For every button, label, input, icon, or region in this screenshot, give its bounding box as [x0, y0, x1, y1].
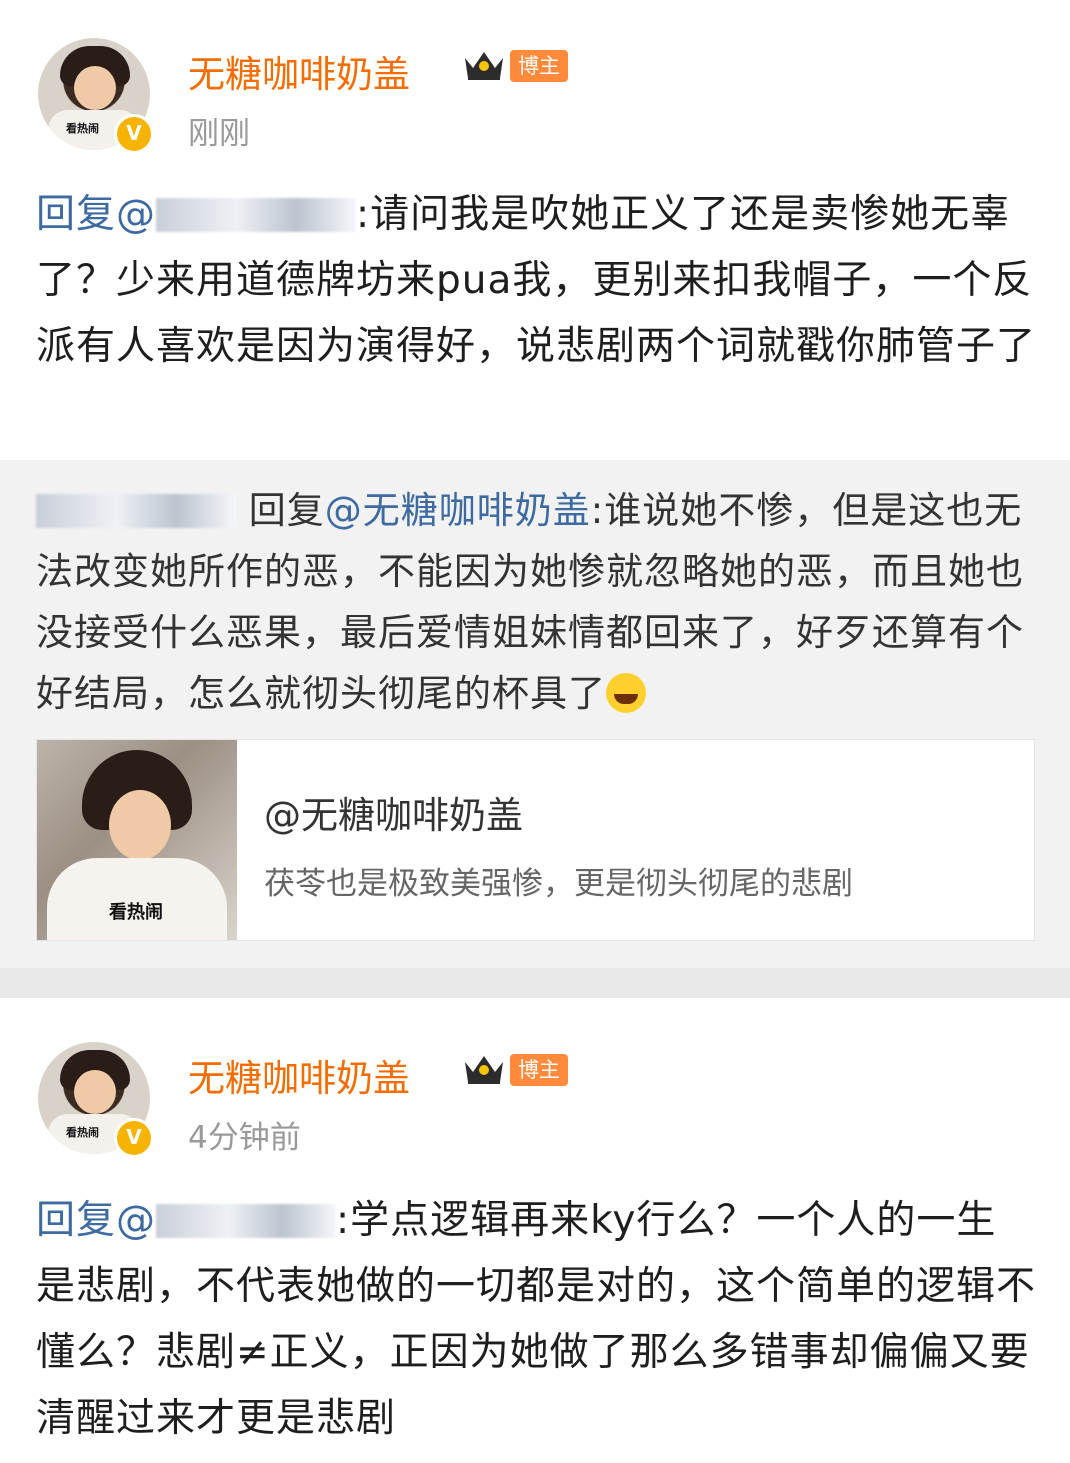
post-1: 看热闹 V 无糖咖啡奶盖 博主 刚刚 回复@:请问我是吹她正义了还是卖惨她无辜了… — [0, 0, 1070, 460]
blogger-badge: 博主 — [510, 1054, 568, 1086]
quoted-reply-label: 回复 — [248, 489, 325, 532]
post-2: 看热闹 V 无糖咖啡奶盖 博主 4分钟前 回复@:学点逻辑再来ky行么？一个人的… — [0, 998, 1070, 1463]
crown-icon — [465, 52, 503, 80]
username[interactable]: 无糖咖啡奶盖 — [188, 44, 410, 98]
username[interactable]: 无糖咖啡奶盖 — [188, 1048, 410, 1102]
section-divider — [0, 968, 1070, 998]
reply-mention[interactable]: 回复@ — [36, 192, 357, 237]
redacted-username — [36, 494, 236, 528]
card-thumbnail: 看热闹 — [37, 740, 237, 940]
quoted-comment[interactable]: 回复@无糖咖啡奶盖:谁说她不惨，但是这也无法改变她所作的恶，不能因为她惨就忽略她… — [0, 460, 1070, 968]
blogger-badge: 博主 — [510, 50, 568, 82]
reply-prefix: 回复@ — [36, 192, 157, 237]
redacted-username — [156, 198, 357, 232]
post-time: 刚刚 — [188, 116, 250, 152]
verified-icon: V — [114, 1118, 154, 1158]
reply-text: 回复@:学点逻辑再来ky行么？一个人的一生是悲剧，不代表她做的一切都是对的，这个… — [36, 1188, 1036, 1452]
quoted-mention[interactable]: @无糖咖啡奶盖 — [325, 489, 591, 532]
quoted-card[interactable]: 看热闹 @无糖咖啡奶盖 茯苓也是极致美强惨，更是彻头彻尾的悲剧 — [36, 739, 1035, 941]
avatar-face — [74, 1070, 116, 1114]
reply-text: 回复@:请问我是吹她正义了还是卖惨她无辜了？少来用道德牌坊来pua我，更别来扣我… — [36, 182, 1036, 380]
avatar-face — [74, 66, 116, 110]
avatar-caption: 看热闹 — [66, 122, 99, 135]
post-time: 4分钟前 — [188, 1120, 301, 1156]
avatar-caption: 看热闹 — [66, 1126, 99, 1139]
crown-icon — [465, 1056, 503, 1084]
card-title: @无糖咖啡奶盖 — [264, 794, 523, 837]
laugh-cry-emoji-icon — [606, 673, 646, 713]
redacted-username — [156, 1204, 337, 1238]
reply-mention[interactable]: 回复@ — [36, 1198, 337, 1243]
quoted-text: 回复@无糖咖啡奶盖:谁说她不惨，但是这也无法改变她所作的恶，不能因为她惨就忽略她… — [36, 480, 1036, 724]
reply-prefix: 回复@ — [36, 1198, 157, 1243]
thumbnail-caption: 看热闹 — [109, 902, 163, 923]
verified-icon: V — [114, 114, 154, 154]
card-subtitle: 茯苓也是极致美强惨，更是彻头彻尾的悲剧 — [264, 866, 853, 902]
thumbnail-face — [109, 790, 171, 860]
